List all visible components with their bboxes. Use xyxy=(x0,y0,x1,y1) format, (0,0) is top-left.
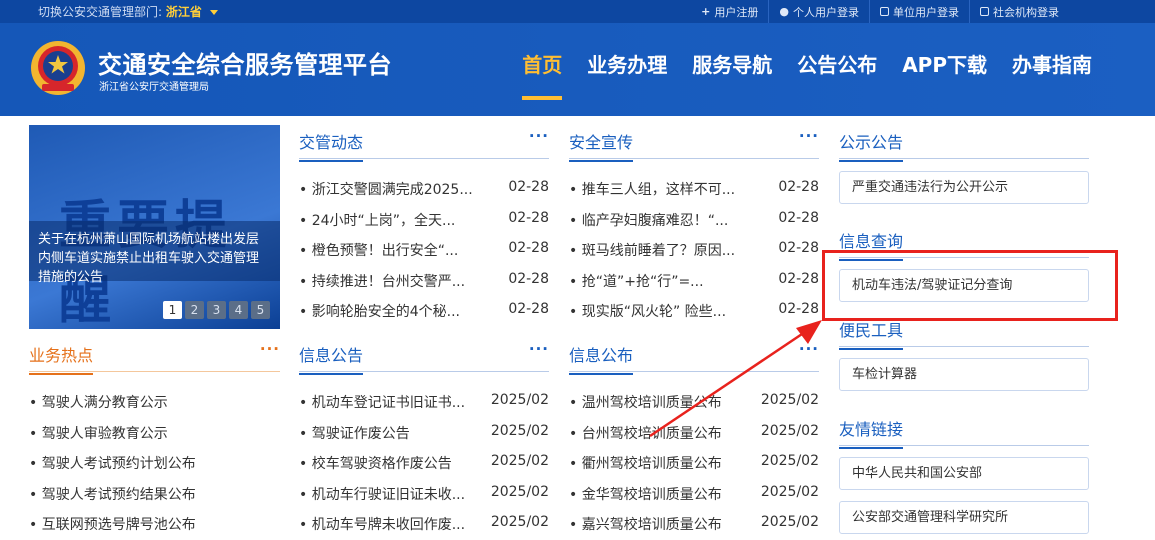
panel-notice-header: 信息公告 ··· xyxy=(299,336,549,375)
list-item[interactable]: • 机动车行驶证旧证未收... 2025/02 xyxy=(299,477,549,508)
banner-page-3[interactable]: 3 xyxy=(207,301,226,319)
notice-list: • 机动车登记证书旧证书... 2025/02 • 驾驶证作废公告 2025/02 … xyxy=(299,385,549,538)
list-item[interactable]: • 嘉兴驾校培训质量公布 2025/02 xyxy=(569,507,819,538)
list-item[interactable]: • 驾驶证作废公告 2025/02 xyxy=(299,416,549,447)
list-item[interactable]: • 驾驶人考试预约计划公布 xyxy=(29,446,280,477)
site-header: 交通安全综合服务管理平台 浙江省公安厅交通管理局 首页 业务办理 服务导航 公告… xyxy=(0,23,1155,116)
friend-link-research-institute[interactable]: 公安部交通管理科学研究所 xyxy=(839,501,1089,534)
panel-title[interactable]: 友情链接 xyxy=(839,416,904,449)
banner-caption[interactable]: 关于在杭州萧山国际机场航站楼出发层内侧车道实施禁止出租车驶入交通管理措施的公告 xyxy=(38,230,270,287)
panel-title[interactable]: 便民工具 xyxy=(839,317,904,350)
list-item[interactable]: • 机动车号牌未收回作废... 2025/02 xyxy=(299,507,549,538)
panel-title[interactable]: 安全宣传 xyxy=(569,129,634,162)
nav-announcements[interactable]: 公告公布 xyxy=(797,49,877,100)
traffic-news-list: • 浙江交警圆满完成2025... 02-28 • 24小时“上岗”，全天... 0… xyxy=(299,172,549,325)
highlight-box xyxy=(822,250,1118,321)
list-item[interactable]: • 推车三人组，这样不可... 02-28 xyxy=(569,172,819,203)
list-item[interactable]: • 橙色预警！出行安全“... 02-28 xyxy=(299,233,549,264)
account-links: + 用户注册 ● 个人用户登录 单位用户登录 社会机构登录 xyxy=(691,0,1069,23)
panel-public-notice-header: 公示公告 xyxy=(839,123,1089,162)
province-selector[interactable]: 浙江省 xyxy=(166,5,202,19)
publish-list: • 温州驾校培训质量公布 2025/02 • 台州驾校培训质量公布 2025/02 … xyxy=(569,385,819,538)
list-item[interactable]: • 机动车登记证书旧证书... 2025/02 xyxy=(299,385,549,416)
panel-publish-header: 信息公布 ··· xyxy=(569,336,819,375)
list-item[interactable]: • 抢“道”+抢“行”=... 02-28 xyxy=(569,264,819,295)
banner-page-2[interactable]: 2 xyxy=(185,301,204,319)
news-banner[interactable]: 重要提醒 关于在杭州萧山国际机场航站楼出发层内侧车道实施禁止出租车驶入交通管理措… xyxy=(29,125,280,329)
hot-business-list: • 驾驶人满分教育公示 • 驾驶人审验教育公示 • 驾驶人考试预约计划公布 • … xyxy=(29,385,280,538)
switch-label: 切换公安交通管理部门: xyxy=(38,5,163,19)
caret-down-icon[interactable] xyxy=(209,10,218,15)
more-icon[interactable]: ··· xyxy=(260,340,280,358)
agency-login-link[interactable]: 社会机构登录 xyxy=(969,0,1069,23)
list-item[interactable]: • 持续推进！台州交警严... 02-28 xyxy=(299,264,549,295)
list-item[interactable]: • 台州驾校培训质量公布 2025/02 xyxy=(569,416,819,447)
main-nav: 首页 业务办理 服务导航 公告公布 APP下载 办事指南 xyxy=(497,49,1092,100)
panel-hot-business-header: 业务热点 ··· xyxy=(29,336,280,375)
friend-link-mps[interactable]: 中华人民共和国公安部 xyxy=(839,457,1089,490)
list-item[interactable]: • 24小时“上岗”，全天... 02-28 xyxy=(299,203,549,234)
panel-title[interactable]: 公示公告 xyxy=(839,129,904,162)
panel-traffic-news-header: 交管动态 ··· xyxy=(299,123,549,162)
department-switch[interactable]: 切换公安交通管理部门: 浙江省 xyxy=(38,3,218,20)
panel-title[interactable]: 信息公告 xyxy=(299,342,364,375)
nav-service-guide[interactable]: 服务导航 xyxy=(692,49,772,100)
list-item[interactable]: • 温州驾校培训质量公布 2025/02 xyxy=(569,385,819,416)
nav-app-download[interactable]: APP下载 xyxy=(902,49,987,100)
banner-page-4[interactable]: 4 xyxy=(229,301,248,319)
list-item[interactable]: • 校车驾驶资格作废公告 2025/02 xyxy=(299,446,549,477)
more-icon[interactable]: ··· xyxy=(529,127,549,145)
person-icon: ● xyxy=(779,5,789,18)
site-title: 交通安全综合服务管理平台 xyxy=(98,51,392,79)
panel-friend-links-header: 友情链接 xyxy=(839,410,1089,449)
more-icon[interactable]: ··· xyxy=(529,340,549,358)
list-item[interactable]: • 浙江交警圆满完成2025... 02-28 xyxy=(299,172,549,203)
police-emblem-icon xyxy=(31,41,85,95)
nav-home[interactable]: 首页 xyxy=(522,49,563,100)
more-icon[interactable]: ··· xyxy=(799,340,819,358)
list-item[interactable]: • 驾驶人审验教育公示 xyxy=(29,416,280,447)
banner-pager: 1 2 3 4 5 xyxy=(160,301,270,319)
list-item[interactable]: • 金华驾校培训质量公布 2025/02 xyxy=(569,477,819,508)
building-icon xyxy=(980,7,989,16)
panel-title[interactable]: 业务热点 xyxy=(29,342,94,375)
more-icon[interactable]: ··· xyxy=(799,127,819,145)
panel-safety-header: 安全宣传 ··· xyxy=(569,123,819,162)
list-item[interactable]: • 衢州驾校培训质量公布 2025/02 xyxy=(569,446,819,477)
list-item[interactable]: • 驾驶人考试预约结果公布 xyxy=(29,477,280,508)
nav-guide[interactable]: 办事指南 xyxy=(1012,49,1092,100)
safety-list: • 推车三人组，这样不可... 02-28 • 临产孕妇腹痛难忍！“... 02-2… xyxy=(569,172,819,325)
panel-title[interactable]: 信息公布 xyxy=(569,342,634,375)
building-icon xyxy=(880,7,889,16)
list-item[interactable]: • 现实版“风火轮” 险些... 02-28 xyxy=(569,294,819,325)
site-subtitle: 浙江省公安厅交通管理局 xyxy=(99,82,209,93)
list-item[interactable]: • 临产孕妇腹痛难忍！“... 02-28 xyxy=(569,203,819,234)
list-item[interactable]: • 斑马线前睡着了？原因... 02-28 xyxy=(569,233,819,264)
public-violation-link[interactable]: 严重交通违法行为公开公示 xyxy=(839,171,1089,204)
register-link[interactable]: + 用户注册 xyxy=(691,0,768,23)
list-item[interactable]: • 驾驶人满分教育公示 xyxy=(29,385,280,416)
company-login-link[interactable]: 单位用户登录 xyxy=(869,0,969,23)
list-item[interactable]: • 影响轮胎安全的4个秘... 02-28 xyxy=(299,294,549,325)
banner-page-1[interactable]: 1 xyxy=(163,301,182,319)
nav-business[interactable]: 业务办理 xyxy=(587,49,667,100)
plus-icon: + xyxy=(701,5,711,18)
banner-page-5[interactable]: 5 xyxy=(251,301,270,319)
inspection-calculator-link[interactable]: 车检计算器 xyxy=(839,358,1089,391)
personal-login-link[interactable]: ● 个人用户登录 xyxy=(768,0,869,23)
list-item[interactable]: • 互联网预选号牌号池公布 xyxy=(29,507,280,538)
panel-title[interactable]: 交管动态 xyxy=(299,129,364,162)
top-bar: 切换公安交通管理部门: 浙江省 + 用户注册 ● 个人用户登录 单位用户登录 社会机… xyxy=(0,0,1155,23)
